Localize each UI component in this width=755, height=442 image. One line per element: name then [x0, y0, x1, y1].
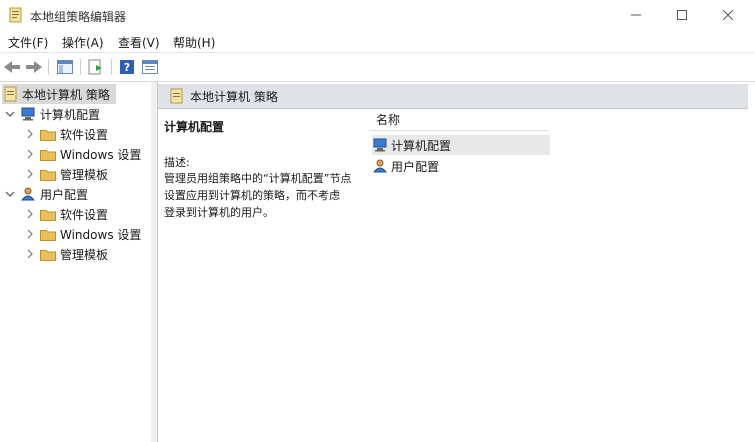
chevron-right-icon[interactable] [24, 148, 36, 160]
forward-button[interactable] [24, 57, 44, 77]
details-header-title: 本地计算机 策略 [190, 89, 278, 104]
description-text: 管理员用组策略中的“计算机配置”节点 设置应用到计算机的策略，而不考虑 登录到计… [164, 170, 364, 221]
description-line: 设置应用到计算机的策略，而不考虑 [164, 189, 340, 202]
computer-icon [373, 138, 387, 152]
policy-document-icon [170, 88, 183, 104]
policy-document-icon [4, 86, 17, 102]
user-icon [372, 159, 388, 173]
menu-file[interactable]: 文件(F) [8, 34, 48, 51]
toolbar-separator [48, 59, 49, 75]
tree-item-label: Windows 设置 [60, 147, 142, 162]
title-bar[interactable]: 本地组策略编辑器 [0, 0, 755, 30]
tree-item-label: 用户配置 [40, 187, 89, 202]
minimize-button[interactable] [613, 0, 659, 30]
maximize-button[interactable] [659, 0, 705, 30]
chevron-right-icon[interactable] [24, 248, 36, 260]
tree-root-local-policy[interactable]: 本地计算机 策略 [2, 84, 116, 104]
chevron-right-icon[interactable] [24, 228, 36, 240]
menu-help[interactable]: 帮助(H) [173, 34, 215, 51]
pane-splitter[interactable] [151, 82, 158, 442]
toolbar: ? [0, 52, 755, 82]
close-button[interactable] [705, 0, 751, 30]
tree-item-user-config[interactable]: 用户配置 [4, 184, 88, 204]
folder-icon [40, 249, 56, 261]
list-item-computer-config[interactable]: 计算机配置 [372, 135, 550, 155]
show-hide-tree-button[interactable] [55, 57, 75, 77]
help-button[interactable]: ? [117, 57, 137, 77]
column-header-label: 名称 [376, 112, 401, 127]
menu-bar: 文件(F) 操作(A) 查看(V) 帮助(H) [0, 30, 755, 52]
window-title: 本地组策略编辑器 [30, 10, 127, 24]
computer-icon [21, 107, 35, 121]
details-header: 本地计算机 策略 [158, 84, 748, 109]
back-button[interactable] [2, 57, 22, 77]
chevron-right-icon[interactable] [24, 128, 36, 140]
console-tree-icon [57, 60, 73, 74]
tree-item-label: 软件设置 [60, 127, 109, 142]
properties-icon [142, 60, 158, 74]
tree-item-label: 计算机配置 [40, 107, 101, 122]
arrow-left-icon [4, 61, 20, 73]
list-item-user-config[interactable]: 用户配置 [372, 156, 550, 176]
policy-editor-app-icon [9, 7, 22, 23]
tree-item-label: Windows 设置 [60, 227, 142, 242]
list-item-label: 用户配置 [391, 159, 440, 174]
description-line: 登录到计算机的用户。 [164, 206, 274, 219]
folder-icon [40, 129, 56, 141]
column-header-name[interactable]: 名称 [368, 108, 548, 131]
tree-item-computer-config[interactable]: 计算机配置 [4, 104, 100, 124]
chevron-right-icon[interactable] [24, 208, 36, 220]
chevron-right-icon[interactable] [24, 168, 36, 180]
description-label: 描述: [164, 156, 190, 169]
tree-item-label: 管理模板 [60, 167, 109, 182]
arrow-right-icon [26, 61, 42, 73]
tree-item-software-settings[interactable]: 软件设置 [24, 204, 108, 224]
folder-icon [40, 149, 56, 161]
menu-action[interactable]: 操作(A) [62, 34, 104, 51]
help-icon: ? [120, 60, 134, 74]
window: 本地组策略编辑器 文件(F) 操作(A) 查看(V) 帮助(H) ? 本地计算机… [0, 0, 755, 442]
folder-icon [40, 209, 56, 221]
tree-item-windows-settings[interactable]: Windows 设置 [24, 144, 141, 164]
folder-icon [40, 229, 56, 241]
tree-item-admin-templates[interactable]: 管理模板 [24, 244, 108, 264]
tree-item-label: 软件设置 [60, 207, 109, 222]
properties-button[interactable] [140, 57, 160, 77]
export-icon [88, 59, 102, 75]
svg-text:?: ? [124, 61, 130, 74]
export-list-button[interactable] [86, 57, 106, 77]
maximize-icon [677, 10, 687, 20]
menu-view[interactable]: 查看(V) [118, 34, 160, 51]
console-tree: 本地计算机 策略 计算机配置 软件设置 Windows 设置 管理模板 用户配置 [0, 82, 152, 442]
toolbar-separator [80, 59, 81, 75]
tree-item-label: 管理模板 [60, 247, 109, 262]
detail-title: 计算机配置 [164, 120, 225, 134]
folder-icon [40, 169, 56, 181]
toolbar-separator [111, 59, 112, 75]
list-item-label: 计算机配置 [391, 138, 452, 153]
user-icon [20, 187, 36, 201]
minimize-icon [631, 14, 641, 16]
close-icon [723, 10, 733, 20]
tree-item-software-settings[interactable]: 软件设置 [24, 124, 108, 144]
chevron-down-icon[interactable] [4, 108, 16, 120]
chevron-down-icon[interactable] [4, 188, 16, 200]
tree-item-windows-settings[interactable]: Windows 设置 [24, 224, 141, 244]
details-pane: 本地计算机 策略 计算机配置 描述: 管理员用组策略中的“计算机配置”节点 设置… [158, 82, 755, 442]
description-line: 管理员用组策略中的“计算机配置”节点 [164, 172, 352, 185]
tree-item-admin-templates[interactable]: 管理模板 [24, 164, 108, 184]
tree-root-label: 本地计算机 策略 [22, 87, 110, 102]
